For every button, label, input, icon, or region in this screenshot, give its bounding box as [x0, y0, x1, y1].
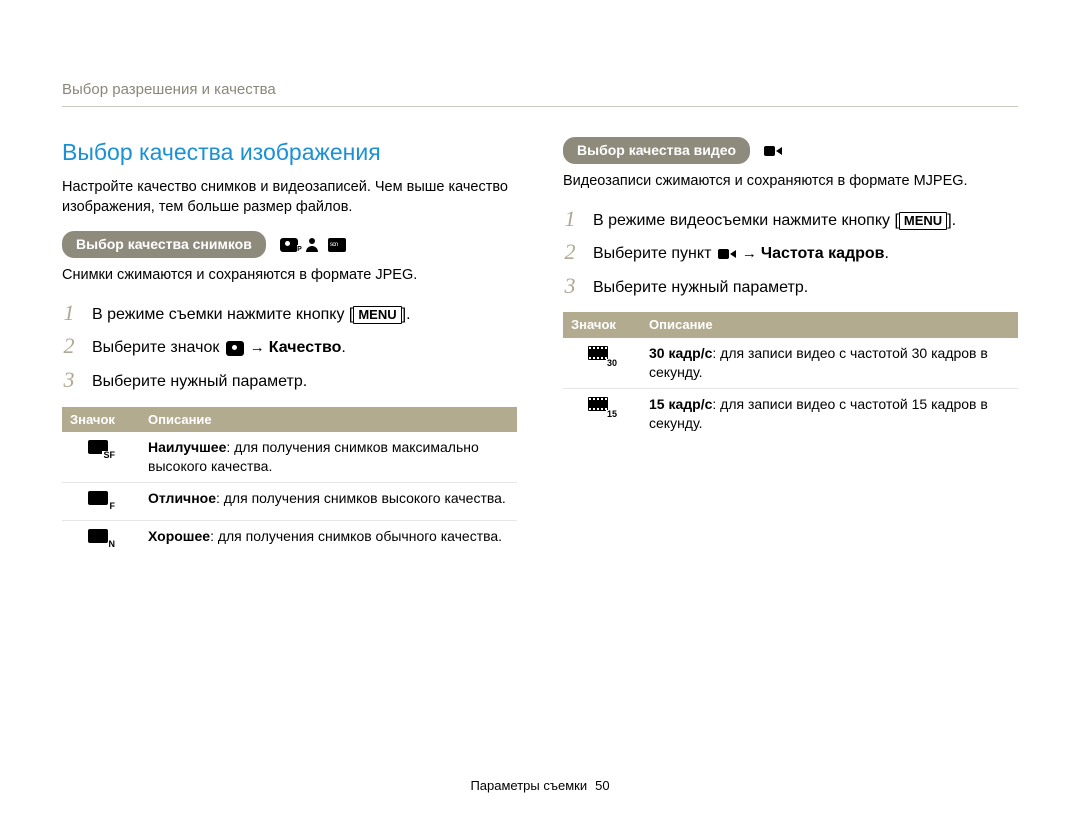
video-mode-icon [764, 144, 782, 158]
table-row: SF Наилучшее: для получения снимков макс… [62, 432, 517, 482]
step-3-video: 3 Выберите нужный параметр. [563, 275, 1018, 299]
arrow-icon: → [250, 338, 265, 358]
video-icon [718, 247, 736, 261]
photo-quality-table: Значок Описание SF Наилучшее: для получе… [62, 407, 517, 558]
pill-photo-quality: Выбор качества снимков [62, 231, 266, 258]
page-number: 50 [595, 778, 609, 793]
step-1-photo: 1 В режиме съемки нажмите кнопку [MENU]. [62, 302, 517, 326]
subheading-row-photo: Выбор качества снимков P scn [62, 231, 517, 258]
pill-video-quality: Выбор качества видео [563, 137, 750, 164]
step-2-video: 2 Выберите пункт →Частота кадров. [563, 241, 1018, 265]
menu-button-inline: MENU [353, 306, 401, 324]
camera-p-icon: P [280, 238, 298, 252]
breadcrumb: Выбор разрешения и качества [62, 80, 1018, 107]
table-row: 30 30 кадр/с: для записи видео с частото… [563, 338, 1018, 388]
quality-f-icon: F [88, 491, 114, 509]
steps-video: 1 В режиме видеосъемки нажмите кнопку [M… [563, 208, 1018, 299]
quality-sf-icon: SF [88, 440, 114, 458]
th-desc: Описание [140, 407, 517, 433]
content-columns: Выбор качества изображения Настройте кач… [62, 137, 1018, 558]
jpeg-note: Снимки сжимаются и сохраняются в формате… [62, 266, 517, 286]
mode-icons-photo: P scn [280, 238, 346, 252]
right-column: Выбор качества видео Видеозаписи сжимают… [563, 137, 1018, 558]
mode-icons-video [764, 144, 782, 158]
page-footer: Параметры съемки 50 [0, 777, 1080, 795]
steps-photo: 1 В режиме съемки нажмите кнопку [MENU].… [62, 302, 517, 393]
page: Выбор разрешения и качества Выбор качест… [0, 0, 1080, 815]
person-icon [304, 238, 322, 252]
menu-button-inline: MENU [899, 212, 947, 230]
video-framerate-table: Значок Описание 30 30 кадр/с: для записи… [563, 312, 1018, 438]
framerate-15-icon: 15 [588, 397, 616, 417]
th-icon: Значок [563, 312, 641, 338]
step-3-photo: 3 Выберите нужный параметр. [62, 369, 517, 393]
left-column: Выбор качества изображения Настройте кач… [62, 137, 517, 558]
scene-icon: scn [328, 238, 346, 252]
quality-n-icon: N [88, 529, 114, 547]
table-row: F Отличное: для получения снимков высоко… [62, 482, 517, 520]
th-desc: Описание [641, 312, 1018, 338]
section-title: Выбор качества изображения [62, 137, 517, 168]
table-row: N Хорошее: для получения снимков обычног… [62, 520, 517, 557]
arrow-icon: → [742, 244, 757, 264]
th-icon: Значок [62, 407, 140, 433]
footer-label: Параметры съемки [470, 778, 587, 793]
step-1-video: 1 В режиме видеосъемки нажмите кнопку [M… [563, 208, 1018, 232]
camera-icon [226, 341, 244, 356]
step-2-photo: 2 Выберите значок →Качество. [62, 335, 517, 359]
mjpeg-note: Видеозаписи сжимаются и сохраняются в фо… [563, 172, 1018, 192]
subheading-row-video: Выбор качества видео [563, 137, 1018, 164]
section-lead: Настройте качество снимков и видеозаписе… [62, 178, 517, 217]
framerate-30-icon: 30 [588, 346, 616, 366]
table-row: 15 15 кадр/с: для записи видео с частото… [563, 388, 1018, 438]
